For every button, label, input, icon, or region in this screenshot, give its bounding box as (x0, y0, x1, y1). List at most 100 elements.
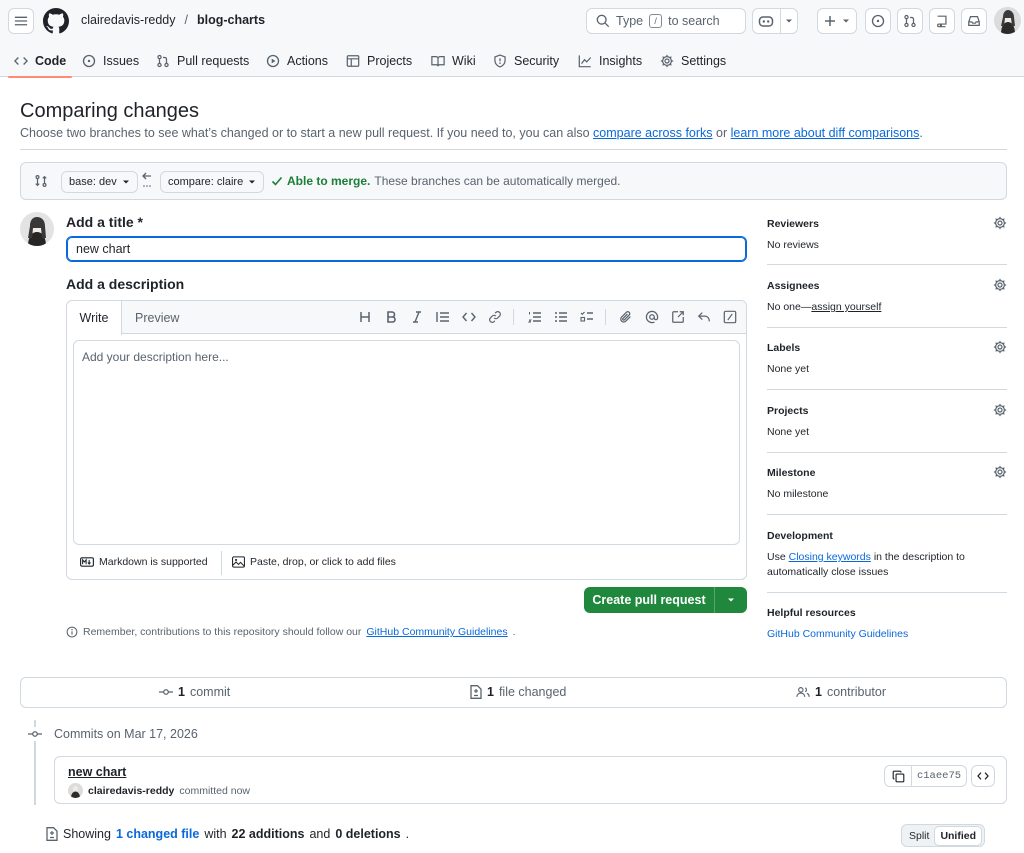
markdown-icon (80, 557, 94, 567)
github-logo-icon[interactable] (43, 8, 69, 34)
mention-icon[interactable] (644, 309, 660, 325)
paperclip-icon[interactable] (618, 309, 634, 325)
labels-title: Labels (767, 342, 801, 354)
task-list-icon[interactable] (579, 309, 595, 325)
learn-diff-link[interactable]: learn more about diff comparisons (731, 126, 920, 140)
closing-keywords-link[interactable]: Closing keywords (789, 551, 871, 563)
italic-icon[interactable] (409, 309, 425, 325)
compare-branch-select[interactable]: compare: claire (160, 171, 265, 193)
tab-actions[interactable]: Actions (266, 44, 328, 77)
issues-button[interactable] (865, 8, 891, 34)
guidelines-link[interactable]: GitHub Community Guidelines (366, 626, 507, 638)
image-icon (232, 556, 245, 568)
showing-text: Showing (63, 827, 111, 841)
milestone-value: No milestone (767, 488, 829, 500)
reply-icon[interactable] (696, 309, 712, 325)
switch-compare-icon[interactable] (34, 174, 48, 188)
contributors-label: contributor (826, 685, 887, 699)
search-prefix: Type (616, 14, 644, 28)
helpful-value: GitHub Community Guidelines (767, 627, 1007, 642)
compare-branch-label: compare: claire (168, 176, 244, 188)
page-subtitle: Choose two branches to see what’s change… (20, 126, 923, 140)
additions-count: 22 additions (231, 827, 305, 841)
assignees-title: Assignees (767, 280, 820, 292)
slash-command-icon[interactable] (722, 309, 738, 325)
gear-icon[interactable] (993, 403, 1007, 417)
attach-files-button[interactable]: Paste, drop, or click to add files (232, 556, 396, 568)
pr-title-input[interactable] (66, 236, 747, 262)
ordered-list-icon[interactable] (527, 309, 543, 325)
base-branch-select[interactable]: base: dev (61, 171, 138, 193)
heading-icon[interactable] (357, 309, 373, 325)
commits-count-tab[interactable]: 1 commit (159, 685, 230, 699)
tab-security[interactable]: Security (493, 44, 559, 77)
tab-preview[interactable]: Preview (135, 301, 179, 334)
sidebar-development: Development Use Closing keywords in the … (767, 530, 1007, 579)
browse-repo-button[interactable] (971, 765, 995, 787)
tab-write[interactable]: Write (67, 301, 122, 335)
unordered-list-icon[interactable] (553, 309, 569, 325)
sidebar-projects: Projects None yet (767, 403, 1007, 440)
inbox-button[interactable] (961, 8, 987, 34)
divider (20, 149, 1007, 150)
cross-reference-icon[interactable] (670, 309, 686, 325)
reviewers-value: No reviews (767, 239, 819, 251)
markdown-support-note[interactable]: Markdown is supported (80, 556, 208, 568)
tab-settings[interactable]: Settings (660, 44, 726, 77)
description-textarea[interactable]: Add your description here... (73, 340, 740, 545)
tab-issues[interactable]: Issues (82, 44, 139, 77)
commit-sha-link[interactable]: c1aee75 (911, 765, 967, 787)
changed-files-link[interactable]: 1 changed file (116, 827, 199, 841)
create-options-dropdown[interactable] (715, 587, 747, 613)
gear-icon[interactable] (993, 465, 1007, 479)
guidelines-notice: Remember, contributions to this reposito… (66, 626, 516, 638)
split-view-button[interactable]: Split (904, 827, 934, 845)
tab-label: Code (35, 53, 67, 68)
sidebar-helpful-resources: Helpful resources GitHub Community Guide… (767, 607, 1007, 642)
contributors-tab[interactable]: 1 contributor (796, 685, 886, 699)
tab-projects[interactable]: Projects (346, 44, 412, 77)
commit-message-link[interactable]: new chart (68, 765, 126, 779)
compare-forks-link[interactable]: compare across forks (593, 126, 712, 140)
bold-icon[interactable] (383, 309, 399, 325)
assign-yourself-link[interactable]: assign yourself (811, 301, 881, 313)
quote-icon[interactable] (435, 309, 451, 325)
files-count: 1 (487, 685, 494, 699)
commits-date-heading: Commits on Mar 17, 2026 (54, 727, 198, 741)
tab-code[interactable]: Code (7, 44, 73, 78)
repo-link[interactable]: blog-charts (197, 13, 265, 27)
gear-icon[interactable] (993, 278, 1007, 292)
code-icon[interactable] (461, 309, 477, 325)
commit-author[interactable]: clairedavis-reddy (88, 785, 174, 797)
compare-summary: 1 commit 1 file changed 1 contributor (20, 677, 1007, 708)
tab-label: Wiki (452, 53, 476, 68)
assignees-none: No one— (767, 301, 812, 313)
tab-wiki[interactable]: Wiki (431, 44, 476, 77)
base-branch-label: base: dev (69, 176, 117, 188)
link-icon[interactable] (487, 309, 503, 325)
community-guidelines-link[interactable]: GitHub Community Guidelines (767, 628, 908, 640)
menu-button[interactable] (8, 8, 34, 34)
files-changed-tab[interactable]: 1 file changed (470, 685, 566, 699)
owner-link[interactable]: clairedavis-reddy (81, 13, 175, 27)
copy-sha-button[interactable] (884, 765, 912, 787)
guidelines-text: Remember, contributions to this reposito… (83, 626, 362, 638)
create-pull-request-button[interactable]: Create pull request (584, 587, 747, 613)
tab-pull-requests[interactable]: Pull requests (156, 44, 249, 77)
user-avatar[interactable] (994, 7, 1021, 34)
copilot-button[interactable] (752, 8, 798, 34)
gear-icon[interactable] (993, 216, 1007, 230)
gear-icon[interactable] (993, 340, 1007, 354)
chevron-down-icon (843, 19, 849, 23)
search-input[interactable]: Type / to search (586, 8, 746, 34)
create-pull-request-label[interactable]: Create pull request (584, 587, 715, 613)
divider (767, 592, 1007, 593)
code-icon (977, 772, 989, 780)
tab-insights[interactable]: Insights (578, 44, 642, 77)
subtitle-period: . (919, 126, 923, 140)
book-icon (431, 55, 445, 66)
unified-view-button[interactable]: Unified (934, 825, 983, 846)
pull-requests-button[interactable] (897, 8, 923, 34)
repositories-button[interactable] (929, 8, 955, 34)
create-new-button[interactable] (817, 8, 857, 34)
